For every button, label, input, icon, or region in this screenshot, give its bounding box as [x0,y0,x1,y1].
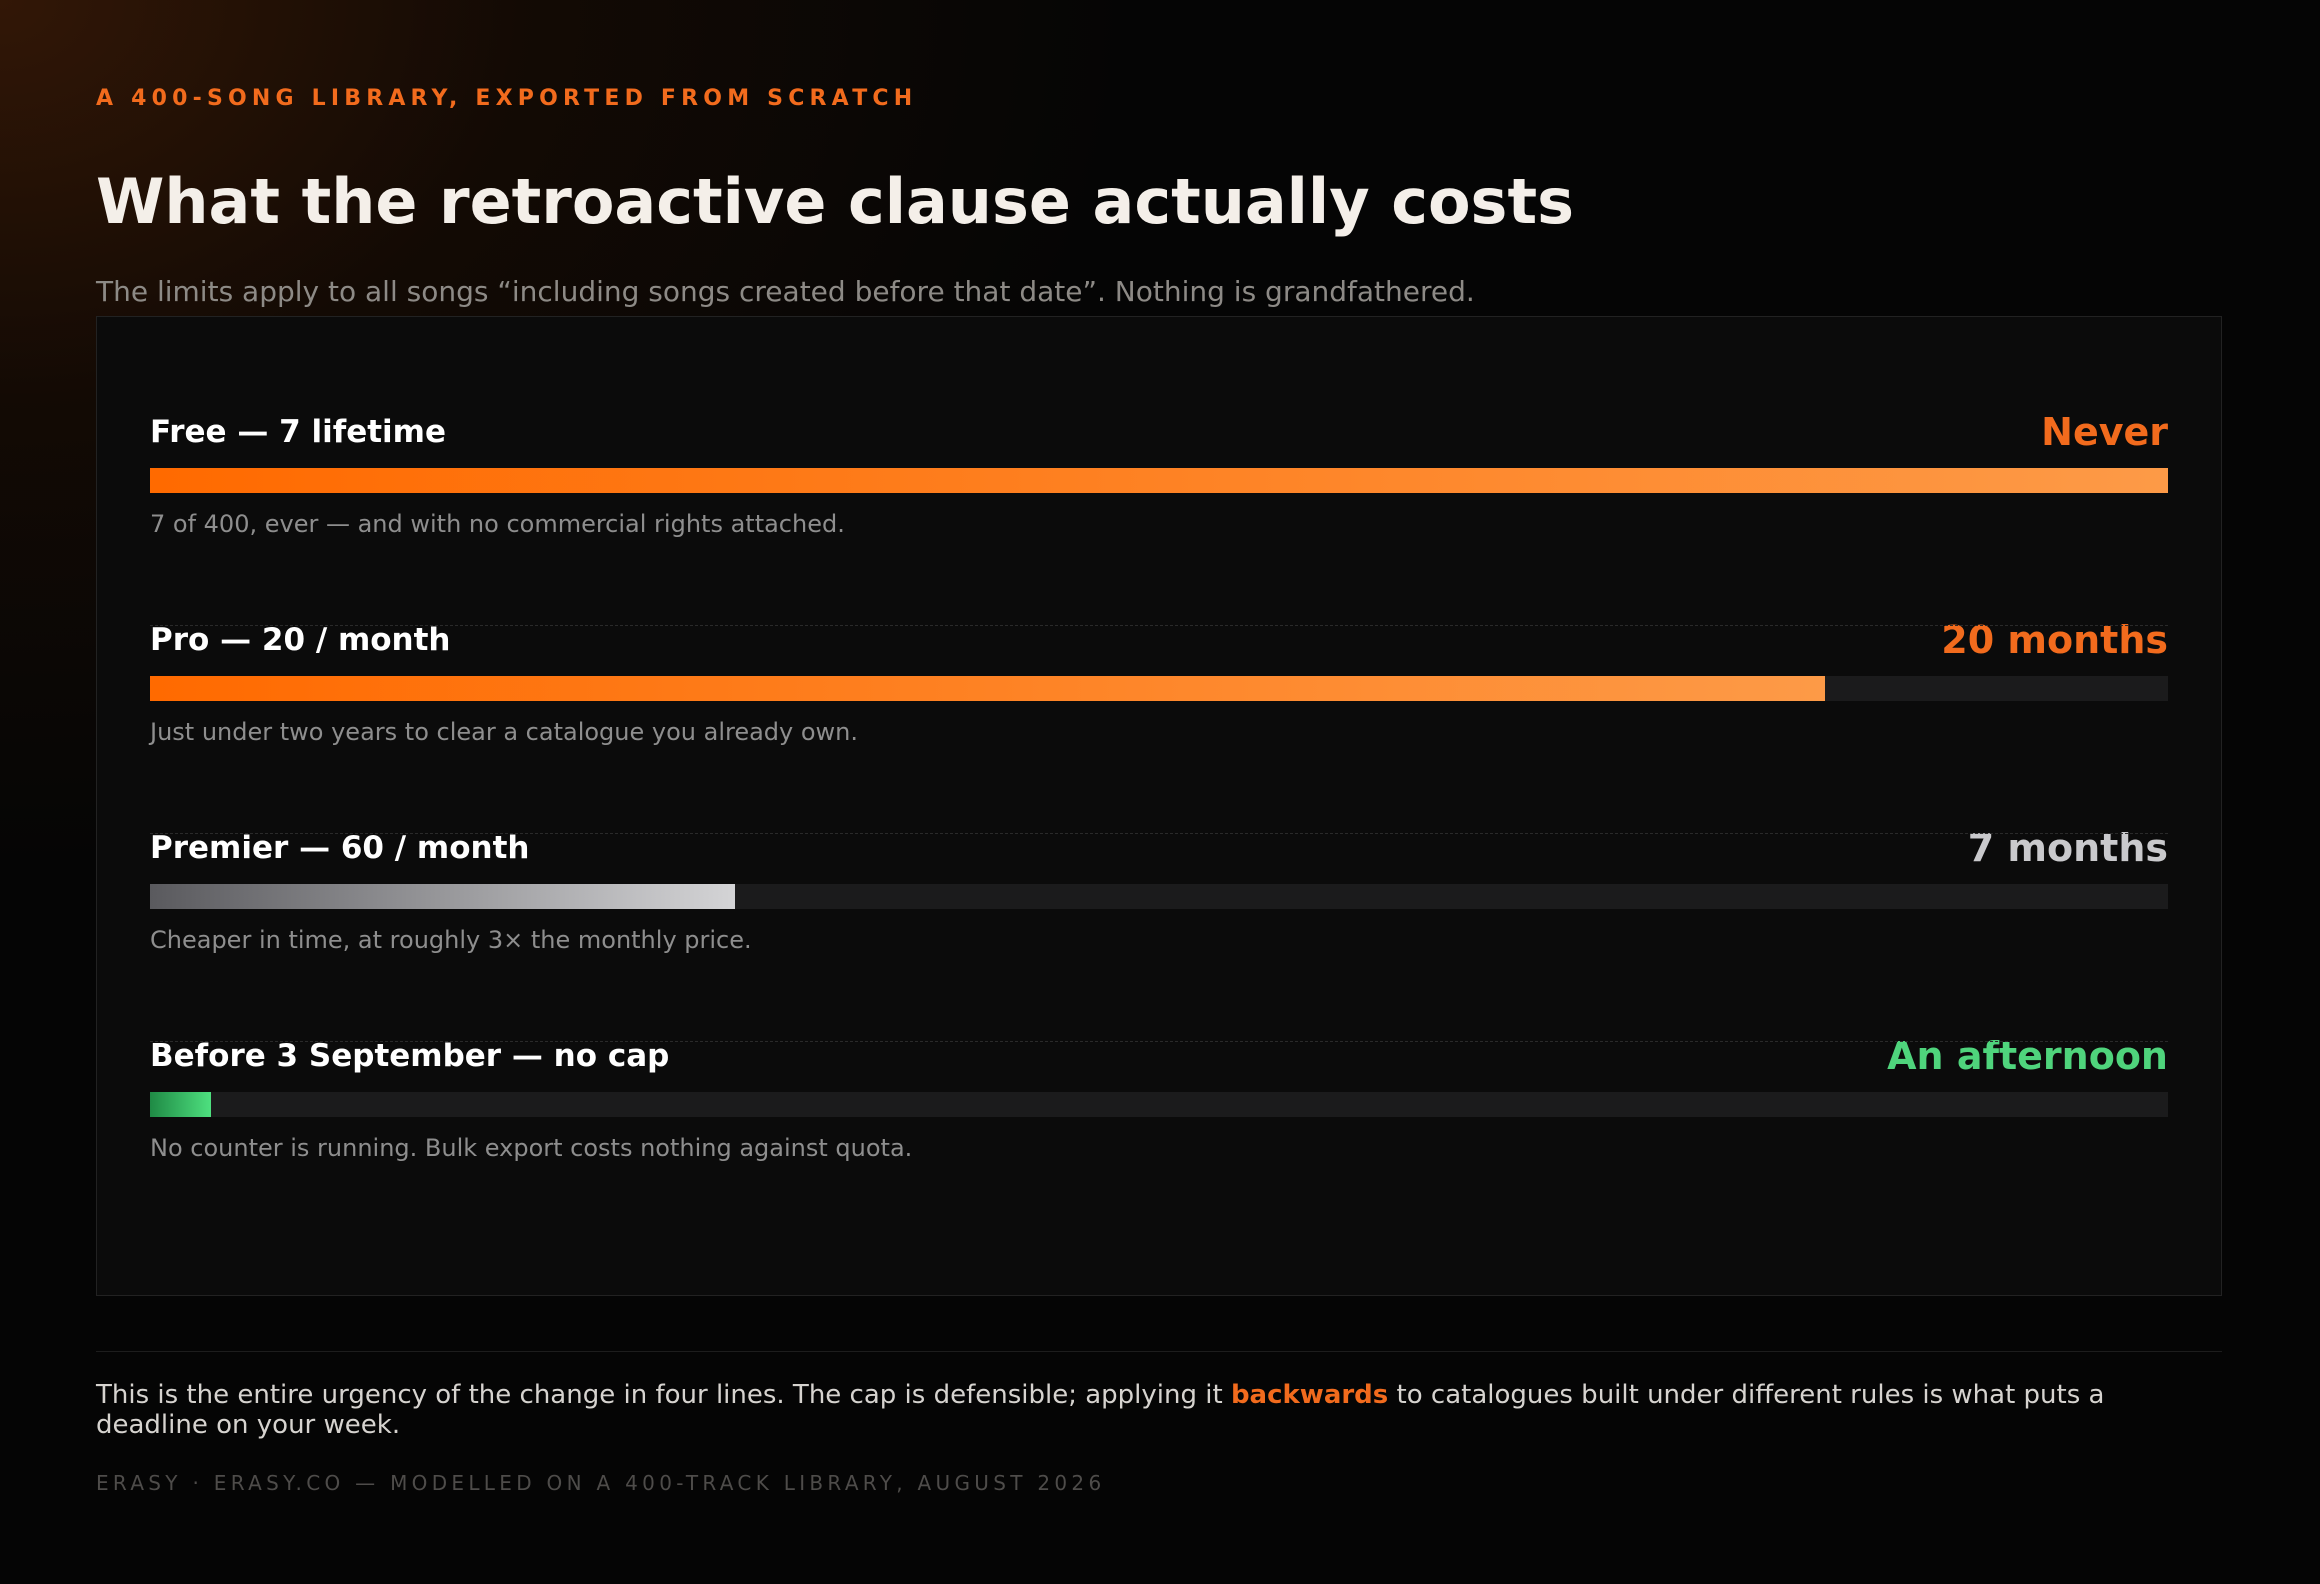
page-subtitle: The limits apply to all songs “including… [96,275,1475,308]
footer-summary: This is the entire urgency of the change… [96,1380,2222,1440]
row-divider [150,1041,2168,1042]
eyebrow-label: A 400-SONG LIBRARY, EXPORTED FROM SCRATC… [96,86,918,111]
bar-note: Cheaper in time, at roughly 3× the month… [150,926,752,954]
bar-row-header: Before 3 September — no cap An afternoon [150,1022,2168,1082]
bar-category-label: Free — 7 lifetime [150,414,447,450]
bar-row: Pro — 20 / month 20 months Just under two … [150,606,2168,814]
row-divider [150,833,2168,834]
bar-category-label: Pro — 20 / month [150,622,451,658]
bar-row: Premier — 60 / month 7 months Cheaper in t… [150,814,2168,1022]
bar-fill [150,1092,211,1117]
bar-track [150,676,2168,701]
footer-text-before: This is the entire urgency of the change… [96,1380,1231,1410]
bar-fill [150,468,2168,493]
page: A 400-SONG LIBRARY, EXPORTED FROM SCRATC… [0,0,2320,1584]
bar-row-header: Premier — 60 / month 7 months [150,814,2168,874]
chart-panel: Free — 7 lifetime Never 7 of 400, ever — a… [96,316,2222,1296]
row-divider [150,625,2168,626]
bar-value-label: 20 months [1941,618,2168,662]
bar-value-label: 7 months [1967,826,2168,870]
bar-row: Free — 7 lifetime Never 7 of 400, ever — a… [150,398,2168,606]
bar-track [150,1092,2168,1117]
page-title: What the retroactive clause actually cos… [96,165,1574,238]
bar-fill [150,676,1825,701]
footer-divider [96,1351,2222,1352]
footer-credit: ERASY · ERASY.CO — MODELLED ON A 400-TRA… [96,1471,1106,1495]
bar-note: 7 of 400, ever — and with no commercial … [150,510,845,538]
bar-track [150,468,2168,493]
bar-row-header: Pro — 20 / month 20 months [150,606,2168,666]
bar-fill [150,884,736,909]
bar-value-label: Never [2041,410,2168,454]
bar-category-label: Premier — 60 / month [150,830,530,866]
bar-track [150,884,2168,909]
bar-category-label: Before 3 September — no cap [150,1038,670,1074]
bar-note: Just under two years to clear a catalogu… [150,718,859,746]
footer-accent-word: backwards [1230,1380,1389,1410]
bar-value-label: An afternoon [1887,1034,2168,1078]
bar-note: No counter is running. Bulk export costs… [150,1134,913,1162]
bar-row: Before 3 September — no cap An afternoon N… [150,1022,2168,1230]
bar-row-header: Free — 7 lifetime Never [150,398,2168,458]
